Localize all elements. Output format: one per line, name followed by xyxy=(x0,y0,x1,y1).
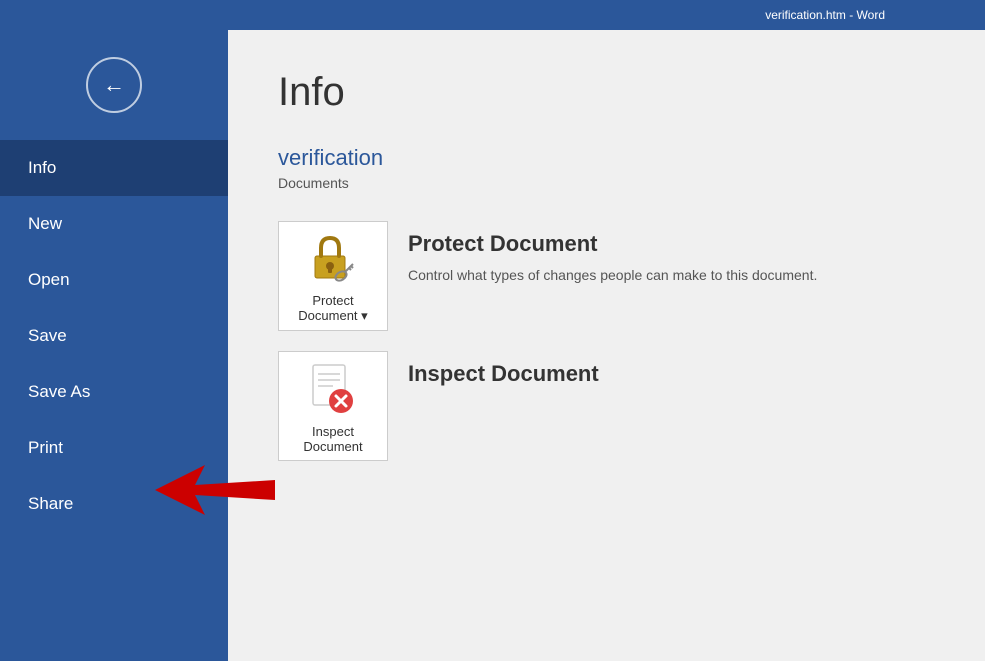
lock-icon xyxy=(303,228,363,288)
document-path: Documents xyxy=(278,175,935,191)
main-container: ← Info New Open Save Save As Print Share… xyxy=(0,30,985,661)
sidebar-item-new[interactable]: New xyxy=(0,196,228,252)
back-button[interactable]: ← xyxy=(86,57,142,113)
protect-document-description: Control what types of changes people can… xyxy=(408,265,817,286)
inspect-document-card: InspectDocument Inspect Document xyxy=(278,351,935,461)
sidebar-item-open[interactable]: Open xyxy=(0,252,228,308)
sidebar-item-info[interactable]: Info xyxy=(0,140,228,196)
protect-document-card: ProtectDocument ▾ Protect Document Contr… xyxy=(278,221,935,331)
inspect-document-label: InspectDocument xyxy=(303,424,362,454)
sidebar: ← Info New Open Save Save As Print Share xyxy=(0,30,228,661)
inspect-document-button[interactable]: InspectDocument xyxy=(278,351,388,461)
back-arrow-icon: ← xyxy=(103,72,125,98)
page-title: Info xyxy=(278,70,935,115)
title-bar: verification.htm - Word xyxy=(0,0,985,30)
sidebar-item-save[interactable]: Save xyxy=(0,308,228,364)
sidebar-item-share[interactable]: Share xyxy=(0,476,228,532)
document-name: verification xyxy=(278,145,935,171)
protect-document-button[interactable]: ProtectDocument ▾ xyxy=(278,221,388,331)
content-area: Info verification Documents xyxy=(228,30,985,661)
protect-document-title: Protect Document xyxy=(408,231,817,257)
inspect-document-title: Inspect Document xyxy=(408,361,599,387)
sidebar-item-save-as[interactable]: Save As xyxy=(0,364,228,420)
back-button-area: ← xyxy=(0,30,228,140)
protect-document-content: Protect Document Control what types of c… xyxy=(408,221,817,286)
inspect-document-content: Inspect Document xyxy=(408,351,599,395)
sidebar-item-print[interactable]: Print xyxy=(0,420,228,476)
title-bar-text: verification.htm - Word xyxy=(765,8,885,22)
inspect-document-icon xyxy=(303,359,363,419)
protect-document-label: ProtectDocument ▾ xyxy=(298,293,367,324)
